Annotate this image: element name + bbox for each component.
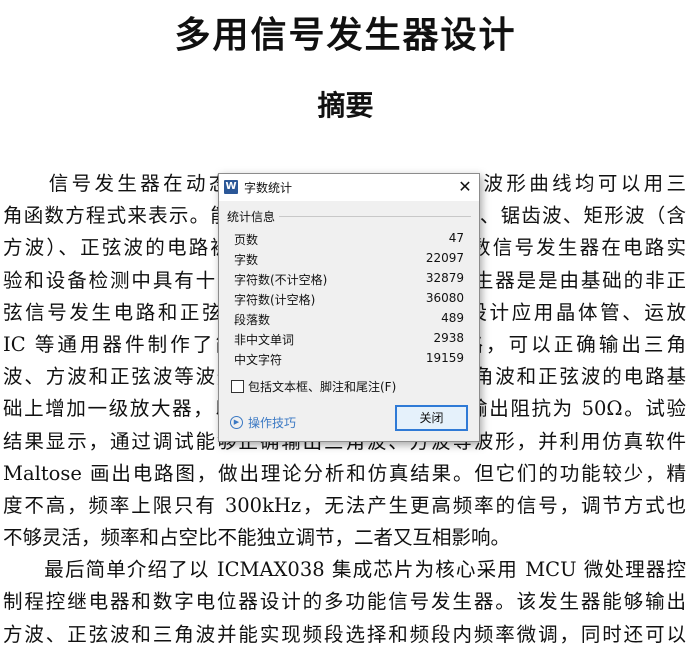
stat-row-non-chinese-words: 非中文单词 2938 bbox=[234, 331, 464, 351]
close-button[interactable]: 关闭 bbox=[395, 405, 468, 431]
stat-value: 36080 bbox=[425, 291, 464, 305]
stat-label: 页数 bbox=[234, 233, 259, 247]
stat-value: 19159 bbox=[425, 351, 464, 365]
body-line: 不够灵活，频率和占空比不能独立调节，二者又互相影响。 bbox=[3, 526, 511, 550]
word-count-dialog: W 字数统计 ✕ 统计信息 页数 47 字数 22097 字符数(不计空格) 3… bbox=[218, 173, 480, 442]
stat-label: 段落数 bbox=[234, 313, 271, 327]
body-line: 最后简单介绍了以 ICMAX038 集成芯片为核心采用 MCU 微处理器控 bbox=[3, 558, 686, 582]
stat-value: 22097 bbox=[425, 251, 464, 265]
dialog-titlebar[interactable]: W 字数统计 ✕ bbox=[219, 174, 479, 201]
body-line: 度不高，频率上限只有 300kHz，无法产生更高频率的信号，调节方式也 bbox=[3, 493, 686, 517]
include-textboxes-label[interactable]: 包括文本框、脚注和尾注(F) bbox=[248, 378, 396, 395]
stat-label: 字符数(计空格) bbox=[234, 293, 316, 307]
stat-label: 非中文单词 bbox=[234, 333, 295, 347]
body-line: 制程控继电器和数字电位器设计的多功能信号发生器。该发生器能够输出 bbox=[3, 590, 686, 614]
stat-label: 中文字符 bbox=[234, 353, 283, 367]
play-icon[interactable]: ▶ bbox=[230, 416, 243, 429]
stat-row-words: 字数 22097 bbox=[234, 251, 464, 271]
stat-row-chinese-characters: 中文字符 19159 bbox=[234, 351, 464, 371]
word-app-icon: W bbox=[224, 180, 238, 194]
stat-label: 字数 bbox=[234, 253, 259, 267]
body-line: Maltose 画出电路图，做出理论分析和仿真结果。但它们的功能较少，精 bbox=[3, 461, 686, 485]
include-textboxes-checkbox[interactable] bbox=[231, 380, 244, 393]
statistics-group-label: 统计信息 bbox=[227, 210, 276, 224]
stat-value: 32879 bbox=[425, 271, 464, 285]
tips-link[interactable]: 操作技巧 bbox=[248, 414, 296, 431]
abstract-heading: 摘要 bbox=[317, 89, 374, 122]
stat-value: 2938 bbox=[433, 331, 464, 345]
stat-row-characters-with-spaces: 字符数(计空格) 36080 bbox=[234, 291, 464, 311]
close-icon[interactable]: ✕ bbox=[453, 175, 477, 199]
dialog-title: 字数统计 bbox=[244, 181, 293, 195]
stat-row-characters-no-spaces: 字符数(不计空格) 32879 bbox=[234, 271, 464, 291]
body-line: 方波、正弦波和三角波并能实现频段选择和频段内频率微调，同时还可以 bbox=[3, 622, 686, 646]
stat-row-pages: 页数 47 bbox=[234, 231, 464, 251]
stat-label: 字符数(不计空格) bbox=[234, 273, 328, 287]
stat-row-paragraphs: 段落数 489 bbox=[234, 311, 464, 331]
document-title: 多用信号发生器设计 bbox=[174, 15, 517, 56]
stat-value: 489 bbox=[441, 311, 464, 325]
stat-value: 47 bbox=[448, 231, 464, 245]
group-divider bbox=[279, 216, 471, 217]
